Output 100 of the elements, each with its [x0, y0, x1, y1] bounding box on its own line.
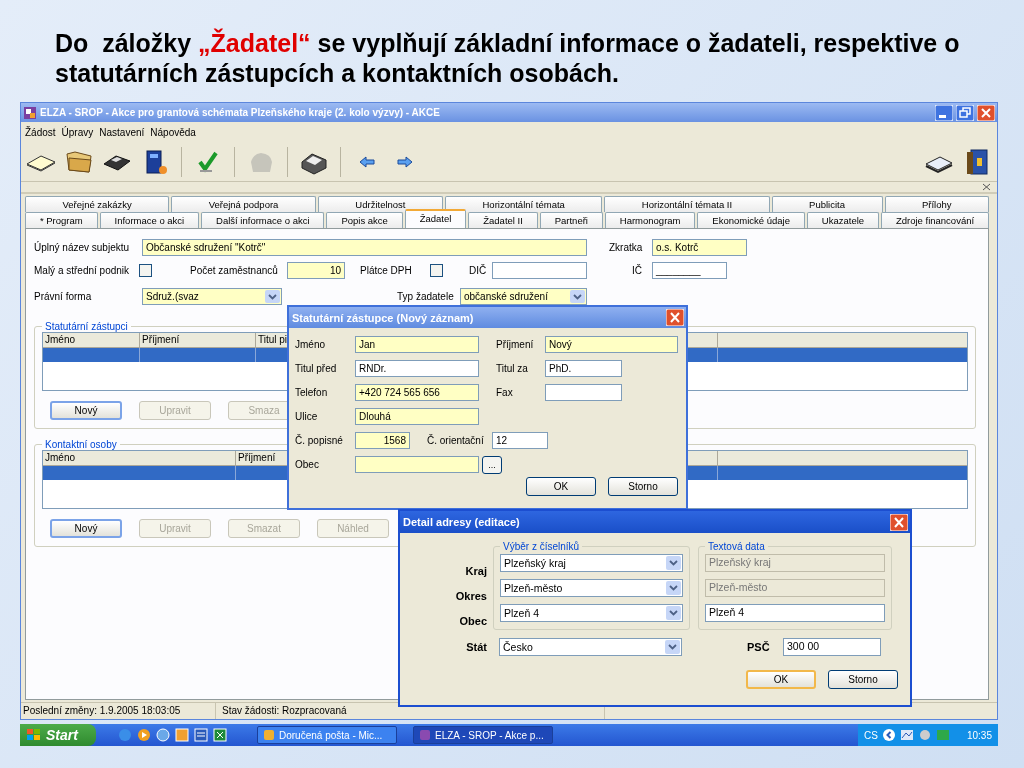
app-icon	[23, 105, 37, 120]
text-field[interactable]: o.s. Kotrč	[652, 239, 747, 256]
button[interactable]: Storno	[828, 670, 898, 689]
window-icon	[263, 729, 275, 741]
dropdown[interactable]: Plzeň-město	[500, 579, 683, 597]
text-field[interactable]: 12	[492, 432, 548, 449]
dropdown[interactable]: Česko	[499, 638, 682, 656]
play-icon[interactable]	[137, 728, 151, 742]
tab[interactable]: Přílohy	[884, 196, 990, 212]
button[interactable]: Storno	[608, 477, 678, 496]
text-field[interactable]	[545, 384, 622, 401]
column-header[interactable]: Příjmení	[140, 333, 256, 347]
menu-item[interactable]: Nastavení	[99, 126, 145, 138]
field-label: Kraj	[464, 564, 487, 579]
button[interactable]: Nový	[50, 401, 122, 420]
taskbar-button[interactable]: Doručená pošta - Mic...	[257, 726, 397, 744]
tab[interactable]: Ekonomické údaje	[697, 212, 805, 228]
text-field[interactable]: +420 724 565 656	[355, 384, 479, 401]
windows-logo-icon	[26, 728, 42, 742]
checkbox[interactable]	[139, 264, 152, 277]
chevron-icon	[665, 640, 680, 654]
tab[interactable]: Žadatel	[404, 209, 467, 228]
text-field[interactable]	[355, 456, 479, 473]
window-title: ELZA - SROP - Akce pro grantová schémata Plzeňského kraje (2. kolo výzvy) - AKCE	[40, 107, 441, 118]
column-header[interactable]: Jméno	[43, 333, 140, 347]
checkbox[interactable]	[430, 264, 443, 277]
group-title: Statutární zástupci	[44, 321, 129, 332]
tab[interactable]: Informace o akci	[99, 212, 200, 228]
tab[interactable]: Popis akce	[326, 212, 403, 228]
tab[interactable]: Partneři	[539, 212, 603, 228]
field-label: Obec	[458, 614, 487, 629]
field-label: Stát	[465, 640, 487, 655]
column-header[interactable]: Jméno	[43, 451, 236, 465]
field-label: Zkratka	[609, 242, 644, 253]
tab[interactable]: Veřejná podpora	[171, 196, 316, 212]
button[interactable]: Nový	[50, 519, 122, 538]
restore-icon[interactable]	[956, 104, 974, 121]
text-field[interactable]: RNDr.	[355, 360, 479, 377]
dialog-title: Statutární zástupce (Nový záznam)	[292, 311, 474, 324]
text-field[interactable]	[492, 262, 587, 279]
tab[interactable]: Publicita	[771, 196, 883, 212]
window-icon	[419, 729, 431, 741]
tab[interactable]: Ukazatele	[806, 212, 879, 228]
chevron-icon	[570, 290, 585, 303]
field-label: Titul před	[295, 363, 338, 374]
tab[interactable]: * Program	[25, 212, 98, 228]
start-button[interactable]: Start	[20, 724, 96, 746]
field-label: Titul za	[496, 363, 529, 374]
tab[interactable]: Další informace o akci	[201, 212, 325, 228]
text-field[interactable]: Občanské sdružení "Kotrč"	[142, 239, 587, 256]
tab[interactable]: Harmonogram	[604, 212, 696, 228]
chevron-icon[interactable]	[881, 728, 896, 742]
dropdown[interactable]: Plzeň 4	[500, 604, 683, 622]
chevron-icon	[666, 581, 681, 595]
field-label: DIČ	[469, 265, 488, 276]
browse-button[interactable]: ...	[482, 455, 502, 474]
dropdown[interactable]: Sdruž.(svaz	[142, 288, 282, 305]
tab[interactable]: Žadatel II	[468, 212, 538, 228]
taskbar-button[interactable]: ELZA - SROP - Akce p...	[413, 726, 553, 744]
spreadsheet-icon[interactable]	[213, 728, 227, 742]
chevron-icon	[666, 606, 681, 620]
tab[interactable]: Zdroje financování	[881, 212, 990, 228]
field-label: Fax	[496, 387, 514, 398]
menu-item[interactable]: Žádost	[25, 126, 56, 138]
text-field[interactable]: Plzeň 4	[705, 604, 885, 622]
field-label: Počet zaměstnanců	[190, 265, 279, 276]
group-title: Textová data	[707, 541, 766, 552]
tray-icon[interactable]	[899, 728, 914, 742]
menu-item[interactable]: Úpravy	[61, 126, 94, 138]
text-field[interactable]: Dlouhá	[355, 408, 479, 425]
button[interactable]: OK	[746, 670, 816, 689]
dropdown[interactable]: občanské sdružení	[460, 288, 587, 305]
tab[interactable]: Udržitelnost	[317, 196, 443, 212]
text-field[interactable]: ________	[652, 262, 727, 279]
tab[interactable]: Horizontální témata	[445, 196, 603, 212]
text-field[interactable]: Nový	[545, 336, 678, 353]
field-label: Úplný název subjektu	[34, 242, 131, 253]
slide-heading: Do záložky „Žadatel“ se vyplňují základní informace o žadateli, respektive o statutárních zástupcích a kontaktních osobách.	[54, 27, 960, 89]
text-field[interactable]: 300 00	[783, 638, 881, 656]
number-field[interactable]: 10	[287, 262, 345, 279]
globe-icon[interactable]	[156, 728, 170, 742]
text-field[interactable]: Jan	[355, 336, 479, 353]
tab[interactable]: Veřejné zakázky	[25, 196, 170, 212]
field-label: Malý a střední podnik	[34, 265, 131, 276]
minimize-icon[interactable]	[935, 104, 953, 121]
field-label: Právní forma	[34, 291, 93, 302]
group-title: Výběr z číselníků	[502, 541, 581, 552]
field-label: Typ žadatele	[397, 291, 455, 302]
field-label: PSČ	[747, 640, 771, 655]
close-icon[interactable]	[982, 183, 991, 191]
field-label: Příjmení	[496, 339, 535, 350]
menu-item[interactable]: Nápověda	[150, 126, 196, 138]
field-label: Č. orientační	[427, 435, 485, 446]
field-label: Obec	[295, 459, 320, 470]
text-field[interactable]: PhD.	[545, 360, 622, 377]
button[interactable]: OK	[526, 477, 596, 496]
clock: 10:35	[966, 729, 992, 741]
dropdown[interactable]: Plzeňský kraj	[500, 554, 683, 572]
text-field[interactable]: 1568	[355, 432, 410, 449]
tab[interactable]: Horizontální témata II	[604, 196, 770, 212]
